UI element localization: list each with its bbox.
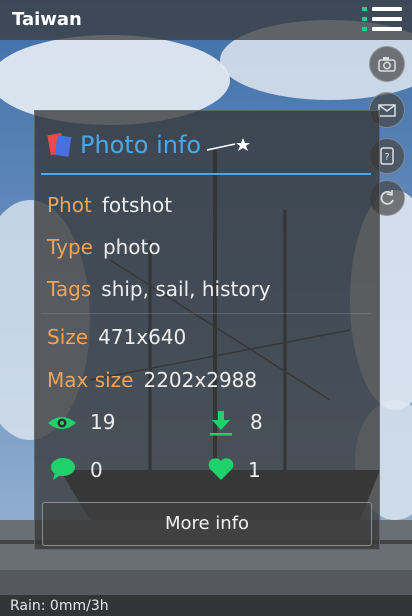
type-label: Type	[47, 235, 93, 259]
type-value: photo	[102, 235, 161, 259]
max-size-row: Max size 2202x2988	[47, 368, 257, 392]
help-icon: ?	[380, 147, 394, 165]
likes-count: 1	[248, 458, 261, 482]
refresh-icon	[380, 190, 394, 205]
photo-cards-icon	[47, 132, 72, 157]
photographer-value: fotshot	[101, 193, 173, 217]
tags-row: Tags ship, sail, history	[47, 277, 271, 301]
max-size-label: Max size	[47, 368, 134, 392]
eye-icon	[48, 417, 76, 429]
panel-title: Photo info	[80, 131, 202, 159]
type-row: Type photo	[47, 235, 161, 259]
tags-label: Tags	[47, 277, 92, 301]
mail-icon	[378, 104, 396, 117]
photographer-row: Phot fotshot	[47, 193, 172, 217]
download-icon	[210, 411, 232, 436]
views-count: 19	[90, 410, 116, 434]
title-divider	[41, 173, 371, 175]
svg-text:?: ?	[384, 152, 389, 163]
downloads-count: 8	[250, 410, 263, 434]
size-label: Size	[47, 325, 89, 349]
size-value: 471x640	[98, 325, 187, 349]
shooting-star-icon	[206, 138, 250, 151]
location-title: Taiwan	[12, 9, 82, 30]
rain-status: Rain: 0mm/3h	[10, 598, 109, 614]
comments-count: 0	[90, 458, 103, 482]
camera-icon	[378, 57, 396, 72]
photographer-label: Phot	[47, 193, 92, 217]
size-row: Size 471x640	[47, 325, 186, 349]
camera-button[interactable]	[369, 46, 405, 82]
max-size-value: 2202x2988	[143, 368, 258, 392]
tags-value: ship, sail, history	[101, 277, 271, 301]
menu-list-icon[interactable]	[362, 7, 402, 33]
heart-icon	[208, 458, 234, 480]
more-info-button[interactable]: More info	[42, 502, 372, 546]
section-divider	[41, 313, 371, 314]
comment-icon	[51, 458, 75, 480]
